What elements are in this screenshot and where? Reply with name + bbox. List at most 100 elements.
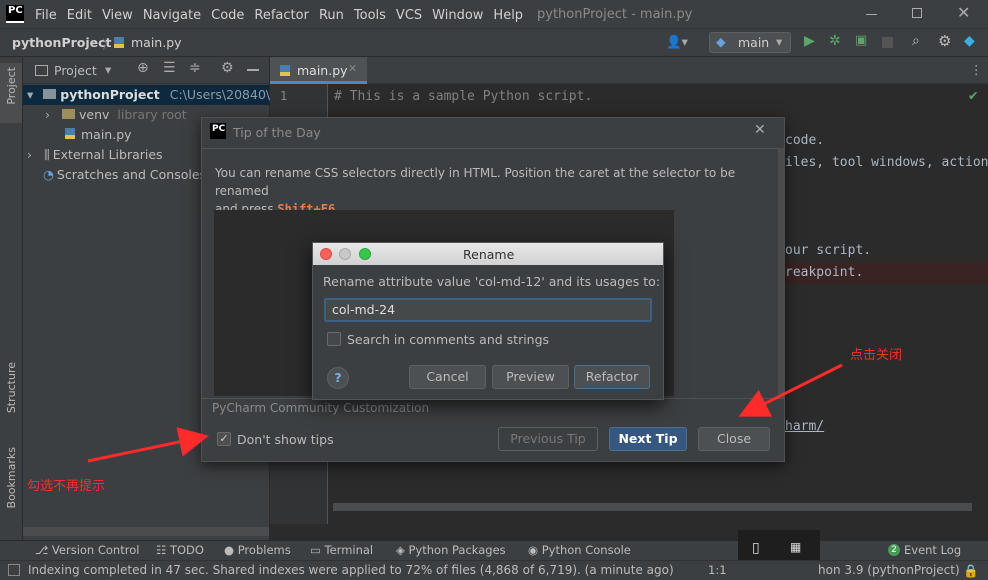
tab-label: main.py bbox=[297, 63, 348, 78]
breadcrumb-separator-icon: 〉 bbox=[102, 37, 115, 52]
help-button[interactable]: ? bbox=[327, 367, 349, 389]
python-packages-tab[interactable]: ◈ Python Packages bbox=[396, 543, 506, 557]
monitor-icon[interactable]: ▦ bbox=[790, 540, 801, 554]
python-file-icon bbox=[114, 37, 124, 48]
menu-tools[interactable]: Tools bbox=[354, 8, 386, 23]
menu-run[interactable]: Run bbox=[319, 8, 344, 23]
expand-all-icon[interactable]: ☰ bbox=[163, 60, 176, 76]
problems-tab[interactable]: ● Problems bbox=[224, 543, 291, 557]
status-bar: Indexing completed in 47 sec. Shared ind… bbox=[0, 560, 988, 580]
code-fragment-3: our script. bbox=[785, 243, 872, 258]
python-file-icon bbox=[280, 65, 290, 76]
more-icon[interactable]: ⋮ bbox=[970, 62, 983, 77]
menu-bar: File Edit View Navigate Code Refactor Run Tools… bbox=[35, 7, 533, 23]
rename-input-value: col-md-24 bbox=[332, 302, 396, 317]
coverage-icon[interactable]: ▣ bbox=[855, 33, 867, 48]
preview-button[interactable]: Preview bbox=[492, 365, 569, 389]
bookmarks-tool-tab[interactable]: Bookmarks bbox=[5, 447, 18, 508]
gear-icon[interactable]: ⚙ bbox=[221, 60, 234, 76]
cancel-button[interactable]: Cancel bbox=[409, 365, 486, 389]
title-bar: PC File Edit View Navigate Code Refactor Run To… bbox=[0, 0, 988, 29]
tree-item-scratches-label: Scratches and Consoles bbox=[56, 167, 207, 182]
next-tip-button[interactable]: Next Tip bbox=[609, 427, 687, 451]
close-window-icon[interactable]: ✕ bbox=[957, 3, 970, 22]
tree-item-external-libraries[interactable]: › ⫼ External Libraries bbox=[27, 145, 163, 165]
maximize-icon[interactable] bbox=[912, 8, 922, 18]
vertical-scrollbar[interactable] bbox=[778, 148, 785, 398]
folder-icon bbox=[35, 65, 48, 76]
terminal-tab[interactable]: ▭ Terminal bbox=[310, 543, 373, 557]
caret-position[interactable]: 1:1 bbox=[708, 563, 727, 577]
stop-icon[interactable] bbox=[882, 37, 893, 48]
run-config-select[interactable]: ◆ main ▾ bbox=[709, 32, 791, 53]
check-icon: ✔ bbox=[968, 88, 979, 103]
rename-prompt: Rename attribute value 'col-md-12' and i… bbox=[323, 274, 661, 289]
code-fragment-1: code. bbox=[785, 133, 825, 148]
menu-navigate[interactable]: Navigate bbox=[143, 8, 201, 23]
menu-vcs[interactable]: VCS bbox=[396, 8, 422, 23]
python-console-tab[interactable]: ◉ Python Console bbox=[528, 543, 631, 557]
breadcrumb-project[interactable]: pythonProject bbox=[12, 35, 112, 50]
tree-item-venv[interactable]: › venv library root bbox=[45, 105, 187, 125]
rename-title-bar: Rename bbox=[313, 243, 663, 265]
left-tool-stripe: Project Structure Bookmarks bbox=[0, 57, 23, 540]
menu-refactor[interactable]: Refactor bbox=[254, 8, 309, 23]
breadcrumb-file[interactable]: main.py bbox=[131, 35, 182, 50]
interpreter-label[interactable]: hon 3.9 (pythonProject) bbox=[818, 563, 960, 577]
previous-tip-button[interactable]: Previous Tip bbox=[498, 427, 598, 451]
close-button[interactable]: Close bbox=[698, 427, 770, 451]
folder-icon bbox=[61, 109, 75, 119]
panel-toggle-icon[interactable] bbox=[8, 564, 20, 576]
lock-icon[interactable]: 🔒 bbox=[963, 563, 979, 579]
user-icon[interactable]: 👤▾ bbox=[666, 34, 688, 50]
code-fragment-5: harm/ bbox=[785, 419, 825, 434]
debug-icon[interactable]: ✲ bbox=[829, 33, 841, 49]
menu-window[interactable]: Window bbox=[432, 8, 483, 23]
tree-root[interactable]: ▾ pythonProject C:\Users\20840\Pyc bbox=[23, 85, 292, 105]
gear-icon[interactable]: ⚙ bbox=[938, 32, 951, 50]
close-dot-icon[interactable] bbox=[320, 248, 332, 260]
close-icon[interactable]: ✕ bbox=[754, 122, 766, 138]
usb-icon[interactable]: ▯ bbox=[752, 540, 760, 556]
zoom-dot-icon[interactable] bbox=[359, 248, 371, 260]
structure-tool-tab[interactable]: Structure bbox=[5, 362, 18, 413]
hide-icon[interactable] bbox=[247, 69, 259, 71]
locate-icon[interactable]: ⊕ bbox=[137, 60, 149, 76]
chevron-down-icon[interactable]: ▾ bbox=[105, 62, 111, 77]
event-log-tab[interactable]: Event Log bbox=[904, 543, 961, 557]
chevron-down-icon: ▾ bbox=[776, 34, 783, 49]
menu-view[interactable]: View bbox=[102, 8, 133, 23]
version-control-tab[interactable]: ⎇ Version Control bbox=[35, 543, 139, 557]
horizontal-scrollbar[interactable] bbox=[23, 527, 269, 536]
scratches-icon: ◔ bbox=[43, 167, 54, 182]
annotation-close: 点击关闭 bbox=[850, 348, 903, 363]
run-icon[interactable]: ▶ bbox=[804, 33, 815, 49]
todo-tab[interactable]: ☷ TODO bbox=[156, 543, 204, 557]
search-icon[interactable]: ⌕ bbox=[912, 33, 920, 49]
tab-main-py[interactable]: main.py ✕ bbox=[270, 57, 367, 84]
tree-item-scratches[interactable]: ◔ Scratches and Consoles bbox=[43, 165, 206, 185]
tree-item-main[interactable]: main.py bbox=[65, 125, 132, 145]
tree-item-external-libraries-label: External Libraries bbox=[52, 147, 163, 162]
menu-file[interactable]: File bbox=[35, 8, 57, 23]
run-config-label: main bbox=[738, 35, 770, 50]
collapse-all-icon[interactable]: ≑ bbox=[189, 60, 201, 76]
refactor-button[interactable]: Refactor bbox=[574, 365, 650, 389]
rename-input[interactable]: col-md-24 bbox=[324, 298, 652, 322]
folder-icon bbox=[43, 89, 57, 99]
library-icon: ⫼ bbox=[43, 147, 50, 162]
dont-show-label: Don't show tips bbox=[237, 432, 334, 447]
menu-help[interactable]: Help bbox=[493, 8, 523, 23]
search-comments-label: Search in comments and strings bbox=[347, 332, 550, 347]
toolbox-icon[interactable]: ◆ bbox=[964, 33, 975, 49]
menu-code[interactable]: Code bbox=[211, 8, 244, 23]
menu-edit[interactable]: Edit bbox=[67, 8, 92, 23]
event-log-badge: 2 bbox=[888, 544, 900, 556]
search-comments-checkbox[interactable] bbox=[327, 332, 341, 346]
dont-show-checkbox[interactable]: ✓ bbox=[217, 432, 231, 446]
project-panel-title[interactable]: Project bbox=[54, 63, 97, 78]
horizontal-scrollbar[interactable] bbox=[333, 503, 972, 511]
close-tab-icon[interactable]: ✕ bbox=[348, 62, 357, 75]
minimize-icon[interactable] bbox=[866, 14, 877, 15]
project-tool-tab[interactable]: Project bbox=[5, 67, 18, 105]
